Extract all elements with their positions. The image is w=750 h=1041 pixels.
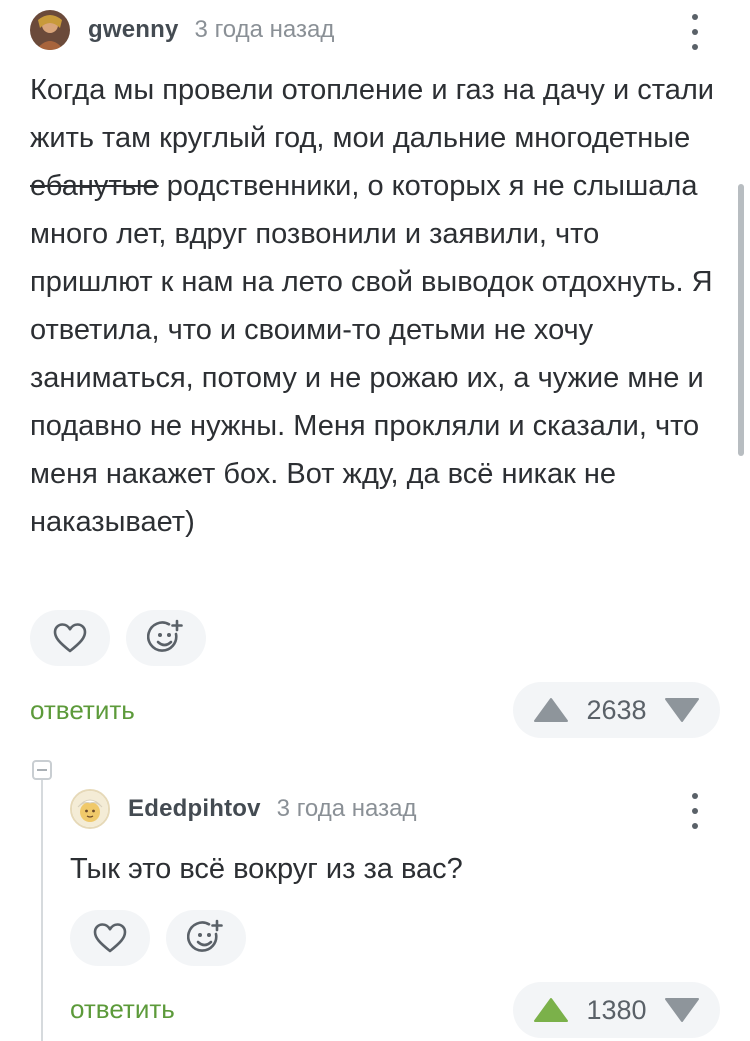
rating-control: 1380 [513,982,720,1038]
like-button[interactable] [30,610,110,666]
collapse-thread-icon[interactable] [32,760,52,780]
comment-text: Тык это всё вокруг из за вас? [70,853,463,885]
comment-text-part: Когда мы провели отопление и газ на дачу… [30,74,714,154]
rating-control: 2638 [513,682,720,738]
add-reaction-icon [187,919,223,952]
reply-button[interactable]: ответить [30,695,135,726]
comment-text: Когда мы провели отопление и газ на дачу… [30,66,720,546]
reply-button[interactable]: ответить [70,994,175,1025]
timestamp: 3 года назад [276,795,417,822]
rating-value: 2638 [586,694,647,725]
username[interactable]: Ededpihtov [128,795,261,823]
add-reaction-button[interactable] [166,910,246,966]
downvote-icon[interactable] [664,997,700,1023]
avatar[interactable] [30,10,70,50]
heart-icon [53,623,87,653]
rating-value: 1380 [586,994,647,1025]
add-reaction-icon [147,619,183,652]
comment-text-part: родственники, о которых я не слышала мно… [30,170,713,538]
downvote-icon[interactable] [664,697,700,723]
upvote-icon[interactable] [533,997,569,1023]
timestamp: 3 года назад [194,16,335,43]
thread-line [41,780,43,1041]
upvote-icon[interactable] [533,697,569,723]
more-vertical-icon[interactable] [685,12,705,52]
add-reaction-button[interactable] [126,610,206,666]
more-vertical-icon[interactable] [685,791,705,831]
struck-text: ебанутые [30,170,159,202]
heart-icon [93,923,127,953]
comment-header: gwenny 3 года назад [30,10,334,50]
like-button[interactable] [70,910,150,966]
scrollbar[interactable] [738,184,744,456]
avatar[interactable] [70,789,110,829]
comment-header: Ededpihtov 3 года назад [70,789,416,829]
username[interactable]: gwenny [88,16,179,44]
